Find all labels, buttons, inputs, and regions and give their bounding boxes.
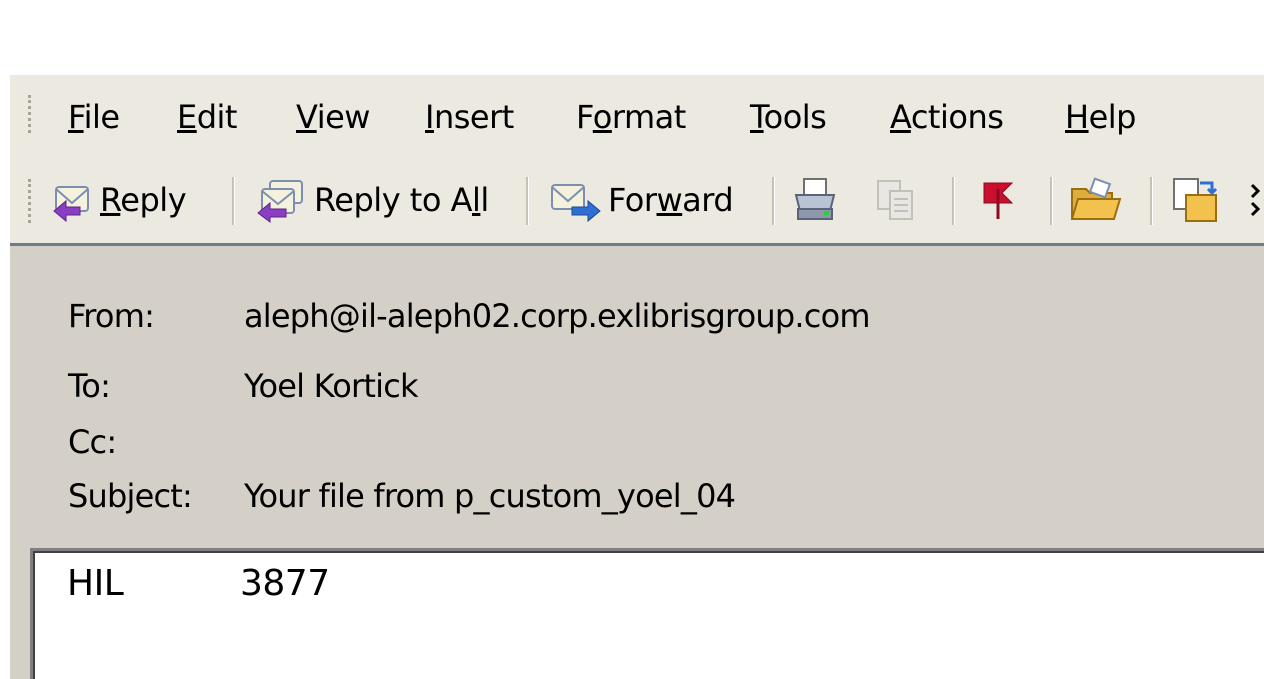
toolbar-separator xyxy=(952,177,955,225)
menu-bar: File Edit View Insert Format Tools Actio… xyxy=(10,75,1264,157)
menu-actions[interactable]: Actions xyxy=(890,95,1004,139)
forward-icon xyxy=(551,184,601,223)
to-label: To: xyxy=(68,367,111,405)
menu-format[interactable]: Format xyxy=(576,95,686,139)
flag-button[interactable] xyxy=(976,175,1020,229)
standard-toolbar: Reply Reply to All Forward xyxy=(10,157,1264,246)
subject-label: Subject: xyxy=(68,477,193,515)
subject-value: Your file from p_custom_yoel_04 xyxy=(244,477,736,515)
flag-icon xyxy=(983,182,1014,219)
toolbar-separator xyxy=(526,177,529,225)
menu-bar-grip[interactable] xyxy=(28,95,37,133)
to-value[interactable]: Yoel Kortick xyxy=(244,367,419,405)
move-icon xyxy=(1173,178,1218,222)
menu-file[interactable]: File xyxy=(68,95,120,139)
toolbar-separator xyxy=(1050,177,1053,225)
cc-label: Cc: xyxy=(68,423,117,461)
menu-insert[interactable]: Insert xyxy=(425,95,514,139)
menu-edit[interactable]: Edit xyxy=(177,95,237,139)
from-label: From: xyxy=(68,297,155,335)
reply-all-icon xyxy=(257,180,303,223)
reply-icon xyxy=(53,186,89,223)
toolbar-overflow-chevron-icon[interactable] xyxy=(1250,181,1264,225)
move-to-folder-button[interactable] xyxy=(1170,175,1220,229)
open-folder-icon xyxy=(1070,177,1122,220)
copy-icon xyxy=(877,180,913,220)
print-button[interactable] xyxy=(790,175,840,229)
from-value[interactable]: aleph@il-aleph02.corp.exlibrisgroup.com xyxy=(244,297,871,335)
print-icon xyxy=(794,178,836,220)
message-window: File Edit View Insert Format Tools Actio… xyxy=(10,75,1264,679)
copy-button[interactable] xyxy=(872,175,922,229)
reply-button[interactable]: Reply xyxy=(50,173,187,227)
toolbar-separator xyxy=(232,177,235,225)
toolbar-grip[interactable] xyxy=(28,179,37,223)
toolbar-separator xyxy=(772,177,775,225)
menu-view[interactable]: View xyxy=(296,95,370,139)
open-folder-button[interactable] xyxy=(1068,175,1124,229)
forward-button[interactable]: Forward xyxy=(548,173,734,227)
message-body[interactable]: HIL 3877 xyxy=(30,548,1264,679)
body-text-col1: HIL xyxy=(67,563,124,604)
body-text-col2: 3877 xyxy=(240,563,330,604)
toolbar-separator xyxy=(1150,177,1153,225)
menu-help[interactable]: Help xyxy=(1065,95,1136,139)
reply-to-all-button[interactable]: Reply to All xyxy=(254,173,489,227)
menu-tools[interactable]: Tools xyxy=(750,95,827,139)
